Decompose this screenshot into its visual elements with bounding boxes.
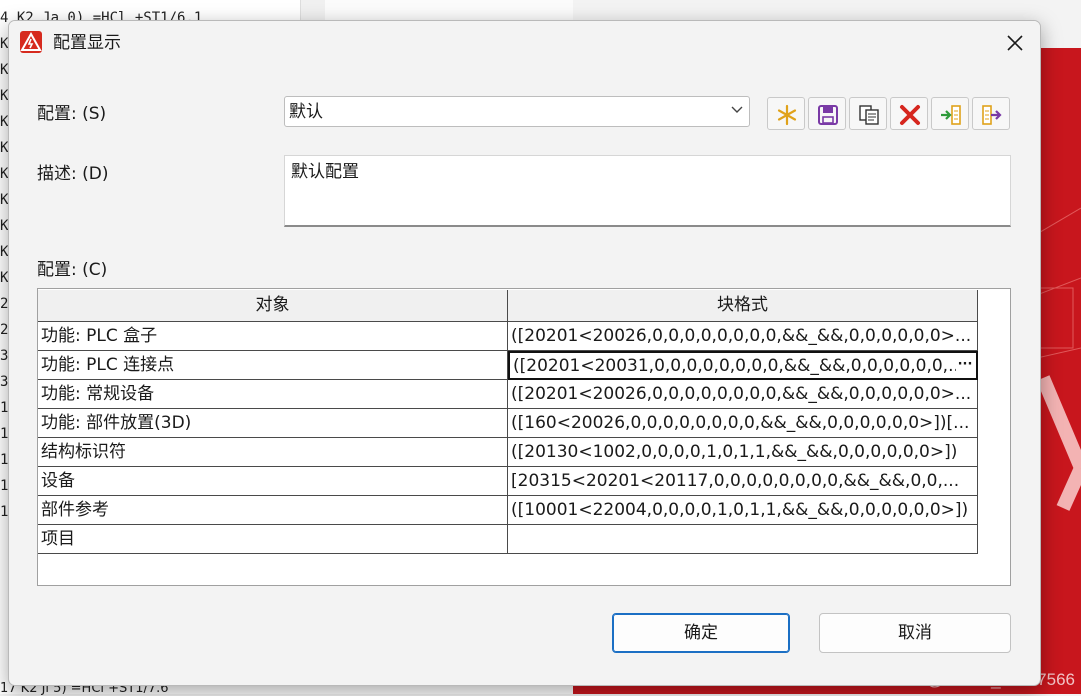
config-dropdown-value: 默认 [289, 102, 323, 122]
config-display-dialog: 配置显示 配置: (S) 默认 描述: (D) 默认配置 配置: (C) 对象 … [8, 20, 1041, 686]
config-dropdown[interactable]: 默认 [284, 96, 750, 127]
description-field[interactable]: 默认配置 [284, 155, 1011, 227]
cell-block-format[interactable]: ([10001<22004,0,0,0,0,1,0,1,1,&&_&&,0,0,… [508, 496, 978, 525]
cell-block-format-value: ([20201<20031,0,0,0,0,0,0,0,0,&&_&&,0,0,… [513, 356, 965, 376]
cell-object[interactable]: 设备 [38, 467, 508, 496]
cell-block-format[interactable]: ([20201<20026,0,0,0,0,0,0,0,0,&&_&&,0,0,… [508, 380, 978, 409]
cell-object[interactable]: 功能: 部件放置(3D) [38, 409, 508, 438]
cell-object[interactable]: 功能: PLC 连接点 [38, 351, 508, 380]
cell-block-format-active[interactable]: ([20201<20031,0,0,0,0,0,0,0,0,&&_&&,0,0,… [508, 351, 978, 380]
table-row[interactable]: 功能: PLC 盒子 ([20201<20026,0,0,0,0,0,0,0,0… [38, 322, 978, 351]
copy-icon [859, 105, 879, 125]
close-icon [1007, 35, 1023, 51]
cell-block-format[interactable]: ([160<20026,0,0,0,0,0,0,0,0,&&_&&,0,0,0,… [508, 409, 978, 438]
cell-object[interactable]: 部件参考 [38, 496, 508, 525]
save-button[interactable] [808, 97, 846, 130]
chevron-down-icon [731, 106, 743, 113]
table-row[interactable]: 部件参考 ([10001<22004,0,0,0,0,1,0,1,1,&&_&&… [38, 496, 978, 525]
description-value: 默认配置 [291, 162, 359, 182]
cancel-button[interactable]: 取消 [819, 613, 1011, 653]
app-logo-icon [20, 31, 42, 53]
delete-button[interactable] [890, 97, 928, 130]
cell-block-format[interactable]: ([20130<1002,0,0,0,0,1,0,1,1,&&_&&,0,0,0… [508, 438, 978, 467]
import-button[interactable] [931, 97, 969, 130]
copy-button[interactable] [849, 97, 887, 130]
asterisk-icon [777, 104, 797, 126]
table-row[interactable]: 项目 [38, 525, 978, 554]
table-row[interactable]: 结构标识符 ([20130<1002,0,0,0,0,1,0,1,1,&&_&&… [38, 438, 978, 467]
table-row[interactable]: 设备 [20315<20201<20117,0,0,0,0,0,0,0,0,&&… [38, 467, 978, 496]
table-row[interactable]: 功能: PLC 连接点 ([20201<20031,0,0,0,0,0,0,0,… [38, 351, 978, 380]
close-button[interactable] [1000, 29, 1030, 57]
title-bar[interactable]: 配置显示 [9, 21, 1040, 65]
export-icon [982, 105, 1002, 125]
column-header-object[interactable]: 对象 [38, 290, 508, 322]
table-row[interactable]: 功能: 部件放置(3D) ([160<20026,0,0,0,0,0,0,0,0… [38, 409, 978, 438]
ok-button[interactable]: 确定 [612, 613, 790, 653]
ellipsis-button[interactable]: ··· [956, 356, 974, 376]
config-grid[interactable]: 对象 块格式 功能: PLC 盒子 ([20201<20026,0,0,0,0,… [37, 288, 1011, 586]
description-label: 描述: (D) [37, 164, 109, 184]
cell-object[interactable]: 功能: 常规设备 [38, 380, 508, 409]
cell-block-format[interactable]: ([20201<20026,0,0,0,0,0,0,0,0,&&_&&,0,0,… [508, 322, 978, 351]
delete-x-icon [900, 105, 920, 125]
import-icon [941, 105, 961, 125]
dialog-title: 配置显示 [53, 33, 121, 53]
cell-block-format[interactable] [508, 525, 978, 554]
new-button[interactable] [767, 97, 805, 130]
cell-block-format[interactable]: [20315<20201<20117,0,0,0,0,0,0,0,0,&&_&&… [508, 467, 978, 496]
export-button[interactable] [972, 97, 1010, 130]
cell-object[interactable]: 功能: PLC 盒子 [38, 322, 508, 351]
cell-object[interactable]: 结构标识符 [38, 438, 508, 467]
cell-object[interactable]: 项目 [38, 525, 508, 554]
config-grid-label: 配置: (C) [37, 260, 108, 280]
table-row[interactable]: 功能: 常规设备 ([20201<20026,0,0,0,0,0,0,0,0,&… [38, 380, 978, 409]
config-label: 配置: (S) [37, 104, 107, 124]
save-icon [818, 105, 838, 125]
column-header-block-format[interactable]: 块格式 [508, 290, 978, 322]
